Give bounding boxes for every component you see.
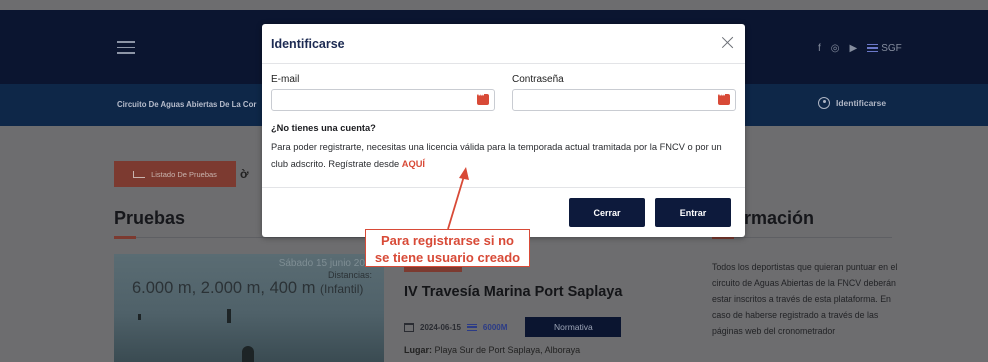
email-label: E-mail bbox=[271, 74, 300, 85]
register-text-body: Para poder registrarte, necesitas una li… bbox=[271, 142, 722, 169]
info-text: Todos los deportistas que quieran puntua… bbox=[712, 262, 898, 336]
email-field[interactable] bbox=[271, 89, 495, 111]
pruebas-underline-accent bbox=[114, 236, 136, 239]
race-image-distances-text: 6.000 m, 2.000 m, 400 m bbox=[132, 279, 316, 297]
user-icon bbox=[818, 97, 830, 109]
chart-icon bbox=[133, 170, 146, 178]
close-icon[interactable] bbox=[721, 35, 735, 49]
swimmer-figure bbox=[242, 346, 254, 362]
password-manager-icon[interactable] bbox=[477, 92, 489, 105]
calendar-icon bbox=[404, 322, 414, 332]
normativa-button[interactable]: Normativa bbox=[525, 317, 622, 337]
close-button[interactable]: Cerrar bbox=[569, 198, 645, 227]
callout-line-2: se tiene usuario creado bbox=[374, 250, 521, 265]
race-place-label: Lugar: bbox=[404, 345, 432, 355]
race-meta: 2024-06-15 6000M Normativa bbox=[404, 317, 622, 337]
race-image-date: Sábado 15 junio 2024 bbox=[278, 258, 376, 269]
race-title[interactable]: IV Travesía Marina Port Saplaya bbox=[404, 284, 622, 300]
race-place-value: Playa Sur de Port Saplaya, Alboraya bbox=[434, 345, 581, 355]
pruebas-heading: Pruebas bbox=[114, 208, 186, 228]
pruebas-divider bbox=[114, 237, 384, 238]
password-manager-icon[interactable] bbox=[718, 92, 730, 105]
race-distance: 6000M bbox=[482, 322, 508, 332]
social-links: f ◎ ▶ SGF bbox=[818, 41, 902, 55]
race-image-distances-note: (Infantil) bbox=[320, 282, 364, 296]
info-heading: rmación bbox=[744, 208, 815, 228]
facebook-icon[interactable]: f bbox=[818, 43, 821, 54]
annotation-callout: Para registrarse si no se tiene usuario … bbox=[365, 229, 530, 267]
enter-button[interactable]: Entrar bbox=[655, 198, 731, 227]
swimmer-figure bbox=[138, 314, 141, 320]
race-image-distances: 6.000 m, 2.000 m, 400 m (Infantil) bbox=[132, 279, 363, 298]
race-place: Lugar: Playa Sur de Port Saplaya, Albora… bbox=[404, 345, 580, 355]
callout-line-1: Para registrarse si no bbox=[381, 233, 514, 248]
hamburger-menu-icon[interactable] bbox=[117, 41, 135, 54]
modal-title: Identificarse bbox=[271, 37, 345, 51]
listado-pruebas-label: Listado De Pruebas bbox=[151, 169, 217, 179]
identify-link[interactable]: Identificarse bbox=[818, 97, 886, 109]
password-label: Contraseña bbox=[512, 74, 564, 85]
breadcrumb: Circuito De Aguas Abiertas De La Cor bbox=[117, 100, 257, 109]
partial-button[interactable]: ờ bbox=[240, 161, 264, 187]
modal-header: Identificarse bbox=[262, 24, 745, 64]
race-image[interactable]: Sábado 15 junio 2024 Distancias: 6.000 m… bbox=[114, 254, 384, 362]
sgf-label: SGF bbox=[881, 42, 902, 54]
login-modal: Identificarse E-mail Contraseña ¿No tien… bbox=[262, 24, 745, 237]
info-divider bbox=[712, 237, 892, 238]
identify-link-label: Identificarse bbox=[836, 98, 887, 108]
youtube-icon[interactable]: ▶ bbox=[850, 43, 858, 54]
race-date: 2024-06-15 bbox=[420, 322, 461, 332]
sgf-link[interactable]: SGF bbox=[867, 43, 902, 54]
register-link[interactable]: AQUÍ bbox=[402, 159, 425, 169]
swimmer-figure bbox=[227, 309, 231, 323]
register-text: Para poder registrarte, necesitas una li… bbox=[271, 139, 737, 173]
instagram-icon[interactable]: ◎ bbox=[831, 43, 840, 54]
no-account-heading: ¿No tienes una cuenta? bbox=[271, 123, 376, 133]
password-field[interactable] bbox=[512, 89, 736, 111]
distance-icon bbox=[466, 323, 477, 331]
sgf-icon bbox=[867, 44, 879, 52]
listado-pruebas-button[interactable]: Listado De Pruebas bbox=[114, 161, 236, 187]
modal-footer-divider bbox=[262, 187, 745, 188]
